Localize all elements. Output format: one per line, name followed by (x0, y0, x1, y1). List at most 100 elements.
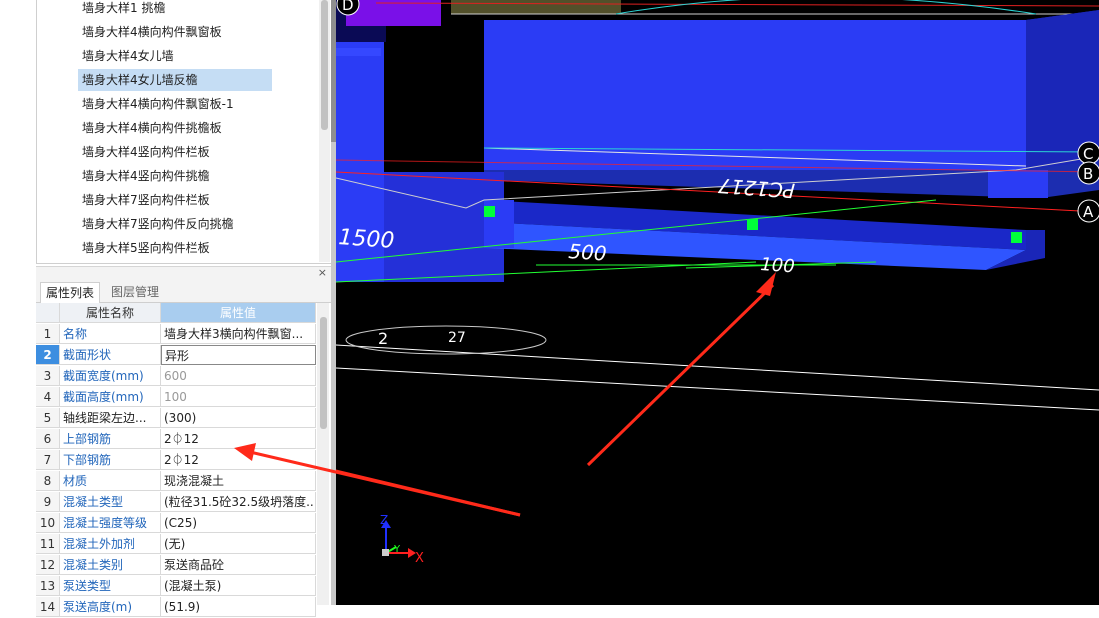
olive-mass (451, 0, 621, 14)
property-row-number: 2 (36, 345, 60, 365)
tree-item[interactable]: 墙身大样1 挑檐 (78, 0, 169, 19)
property-row[interactable]: 7 下部钢筋 2⏀12 (36, 450, 316, 471)
property-row[interactable]: 5 轴线距梁左边... (300) (36, 408, 316, 429)
header-property-value: 属性值 (161, 303, 316, 323)
property-value[interactable]: (C25) (161, 513, 316, 533)
tree-item[interactable]: 墙身大样4女儿墙反檐 (78, 69, 272, 91)
tab-layer-management[interactable]: 图层管理 (106, 282, 164, 302)
annotation-circle (345, 325, 547, 355)
property-value[interactable]: 现浇混凝土 (161, 471, 316, 491)
property-row[interactable]: 10 混凝土强度等级 (C25) (36, 513, 316, 534)
property-value[interactable]: 泵送商品砼 (161, 555, 316, 575)
property-value[interactable]: (粒径31.5砼32.5级坍落度... (161, 492, 316, 512)
left-column-top (336, 48, 381, 56)
property-name: 泵送高度(m) (60, 597, 161, 617)
properties-tabs: 属性列表 图层管理 (36, 281, 331, 304)
property-value[interactable]: 100 (161, 387, 316, 407)
property-name: 泵送类型 (60, 576, 161, 596)
tree-scroll-thumb[interactable] (321, 0, 328, 130)
left-panel: 墙身大样1 挑檐 墙身大样4横向构件飘窗板 墙身大样4女儿墙 墙身大样4女儿墙反檐 墙身… (0, 0, 336, 617)
property-value[interactable]: 600 (161, 366, 316, 386)
header-property-name: 属性名称 (60, 303, 161, 323)
dim-text-1500: 1500 (338, 225, 396, 254)
property-value[interactable]: 2⏀12 (161, 429, 316, 449)
property-grid-header: 属性名称 属性值 (36, 303, 316, 324)
dim-text-100: 100 (760, 254, 796, 277)
tree-scrollbar[interactable] (319, 0, 330, 262)
property-row[interactable]: 3 截面宽度(mm) 600 (36, 366, 316, 387)
circle-prefix-text: 2 (378, 329, 388, 348)
property-row[interactable]: 6 上部钢筋 2⏀12 (36, 429, 316, 450)
svg-text:B: B (1083, 165, 1093, 183)
property-row-number: 8 (36, 471, 60, 491)
tree-border (36, 0, 37, 264)
property-value[interactable]: (混凝土泵) (161, 576, 316, 596)
property-row-number: 13 (36, 576, 60, 596)
circle-value-text: 27 (448, 330, 466, 346)
tree-item[interactable]: 墙身大样4竖向构件挑檐 (78, 165, 214, 187)
property-row-number: 9 (36, 492, 60, 512)
grip-point-3[interactable] (1011, 232, 1022, 243)
tree-item[interactable]: 墙身大样5竖向构件栏板 (78, 237, 214, 259)
purple-column (346, 0, 441, 26)
property-name: 混凝土外加剂 (60, 534, 161, 554)
property-value[interactable]: (51.9) (161, 597, 316, 617)
property-name: 混凝土类别 (60, 555, 161, 575)
property-name: 截面高度(mm) (60, 387, 161, 407)
property-name: 上部钢筋 (60, 429, 161, 449)
property-name: 轴线距梁左边... (60, 408, 161, 428)
tree-item[interactable]: 墙身大样4女儿墙 (78, 45, 178, 67)
tab-property-list[interactable]: 属性列表 (40, 282, 101, 304)
tree-item[interactable]: 墙身大样4横向构件飘窗板 (78, 21, 226, 43)
property-value[interactable]: (无) (161, 534, 316, 554)
component-tree: 墙身大样1 挑檐墙身大样4横向构件飘窗板 墙身大样4女儿墙 墙身大样4女儿墙反檐 墙身… (38, 0, 318, 262)
property-row[interactable]: 8 材质 现浇混凝土 (36, 471, 316, 492)
property-row[interactable]: 12 混凝土类别 泵送商品砼 (36, 555, 316, 576)
property-name: 下部钢筋 (60, 450, 161, 470)
ground-line-1 (336, 344, 1099, 391)
property-value[interactable]: 2⏀12 (161, 450, 316, 470)
property-row-number: 14 (36, 597, 60, 617)
grip-point-2[interactable] (747, 219, 758, 230)
property-value[interactable]: 墙身大样3横向构件飘窗... (161, 324, 316, 344)
grip-point-1[interactable] (484, 206, 495, 217)
property-row-number: 3 (36, 366, 60, 386)
dim-text-500: 500 (568, 239, 608, 266)
property-row-number: 10 (36, 513, 60, 533)
ground-line-2 (336, 367, 1099, 411)
property-grid-scrollbar[interactable] (317, 303, 329, 605)
tree-item[interactable]: 墙身大样4横向构件挑檐板 (78, 117, 226, 139)
header-number-cell (36, 303, 60, 323)
property-row[interactable]: 14 泵送高度(m) (51.9) (36, 597, 316, 618)
svg-text:C: C (1083, 145, 1093, 163)
property-row[interactable]: 13 泵送类型 (混凝土泵) (36, 576, 316, 597)
tree-item[interactable]: 墙身大样4竖向构件栏板 (78, 141, 214, 163)
property-row-number: 6 (36, 429, 60, 449)
property-row[interactable]: 11 混凝土外加剂 (无) (36, 534, 316, 555)
property-row[interactable]: 4 截面高度(mm) 100 (36, 387, 316, 408)
coordinate-triad: Z Y X (380, 513, 424, 566)
property-grid-scroll-thumb[interactable] (320, 317, 327, 429)
property-row[interactable]: 9 混凝土类型 (粒径31.5砼32.5级坍落度... (36, 492, 316, 513)
triad-x-label: X (415, 551, 424, 566)
axis-bubble-a: A (1077, 199, 1099, 223)
tree-item[interactable]: 墙身大样4横向构件飘窗板-1 (78, 93, 238, 115)
property-name: 混凝土强度等级 (60, 513, 161, 533)
svg-text:A: A (1083, 203, 1094, 221)
property-name: 材质 (60, 471, 161, 491)
property-value[interactable]: 异形 (161, 345, 316, 365)
tree-item[interactable]: 墙身大样7竖向构件栏板 (78, 189, 214, 211)
property-row[interactable]: 2 截面形状 异形 (36, 345, 316, 366)
tree-item[interactable]: 墙身大样7竖向构件反向挑檐 (78, 213, 238, 235)
3d-viewport[interactable]: 2 27 1500 500 100 PC1217 D C B A Z Y X (336, 0, 1099, 605)
slab-right-block (988, 170, 1048, 198)
property-value[interactable]: (300) (161, 408, 316, 428)
axis-bubble-b: B (1077, 161, 1099, 185)
property-row-number: 4 (36, 387, 60, 407)
property-row[interactable]: 1 名称 墙身大样3横向构件飘窗... (36, 324, 316, 345)
property-row-number: 12 (36, 555, 60, 575)
top-arc (615, 0, 1037, 15)
close-icon[interactable]: × (318, 266, 327, 279)
viewport-canvas[interactable]: 2 27 1500 500 100 PC1217 D C B A Z Y X (336, 0, 1099, 605)
axis-bubble-c: C (1077, 141, 1099, 165)
